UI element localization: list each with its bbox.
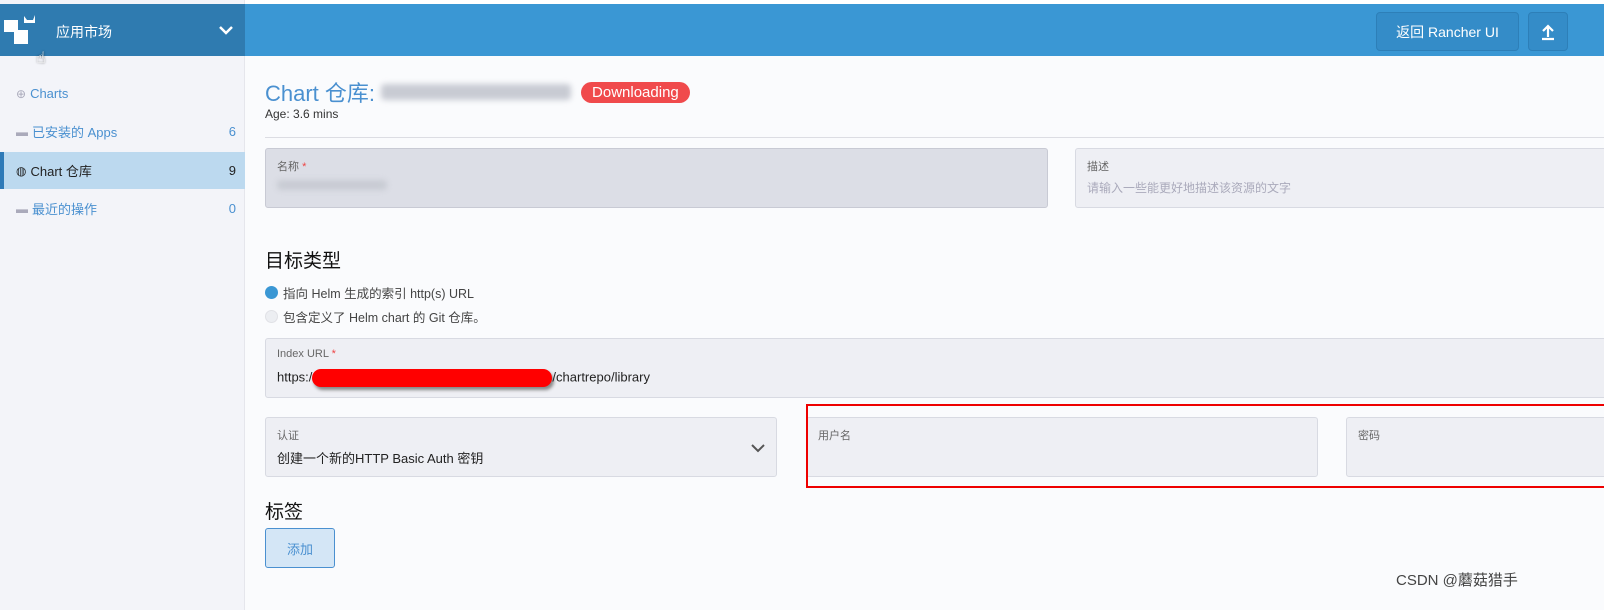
redaction-scribble (312, 369, 553, 387)
plus-circle-icon: ⊕ (16, 86, 27, 101)
app-switcher[interactable]: 应用市场 ☝ (0, 4, 245, 67)
repo-name-redacted (381, 84, 572, 100)
index-url-value: https://chartrepo/library (277, 369, 650, 387)
sidebar-item-count: 0 (228, 201, 236, 216)
target-type-heading: 目标类型 (265, 251, 342, 272)
sidebar: 应用市场 ☝ ⊕ Charts ▬ 已安装的 Apps 6 ◍ Chart 仓库 9 ▬ 最… (0, 0, 245, 610)
folder-icon: ▬ (16, 124, 28, 139)
name-value-redacted (277, 180, 387, 190)
upload-icon (1542, 23, 1554, 40)
page-title: Chart 仓库: Downloading (265, 76, 690, 108)
app-title: 应用市场 (56, 24, 112, 40)
chevron-down-icon (751, 444, 765, 453)
radio-label: 包含定义了 Helm chart 的 Git 仓库。 (283, 311, 486, 325)
sidebar-item-installed-apps[interactable]: ▬ 已安装的 Apps 6 (0, 113, 245, 150)
folder-icon: ▬ (16, 201, 28, 216)
watermark: CSDN @蘑菇猎手 (1396, 572, 1518, 589)
globe-icon: ◍ (16, 163, 27, 178)
hand-cursor-icon: ☝ (36, 50, 46, 67)
top-bar: 返回 Rancher UI (245, 4, 1604, 56)
upload-button[interactable] (1528, 12, 1568, 51)
sidebar-item-chart-repo[interactable]: ◍ Chart 仓库 9 (0, 152, 245, 189)
age-label: Age: (265, 107, 290, 121)
sidebar-item-count: 9 (228, 163, 236, 178)
sidebar-item-charts[interactable]: ⊕ Charts (0, 75, 245, 112)
auth-label: 认证 (277, 430, 299, 442)
description-placeholder: 请输入一些能更好地描述该资源的文字 (1087, 181, 1292, 195)
radio-selected-icon (265, 286, 278, 299)
sidebar-item-label: 最近的操作 (32, 202, 98, 217)
sidebar-item-label: Chart 仓库 (30, 164, 92, 179)
sidebar-item-label: 已安装的 Apps (32, 125, 118, 140)
radio-unselected-icon (265, 310, 278, 323)
name-field[interactable]: 名称 * (265, 148, 1048, 208)
rancher-logo-icon (4, 15, 35, 44)
description-label: 描述 (1087, 161, 1109, 173)
index-url-label: Index URL * (277, 348, 336, 360)
page-title-text: Chart 仓库: (265, 81, 376, 106)
index-url-field[interactable]: Index URL * https://chartrepo/library (265, 338, 1604, 398)
age-info: Age: 3.6 mins (265, 107, 338, 121)
back-to-rancher-button[interactable]: 返回 Rancher UI (1376, 12, 1519, 51)
highlight-annotation (806, 404, 1604, 488)
chevron-down-icon[interactable] (218, 22, 234, 38)
age-value: 3.6 mins (293, 107, 339, 121)
add-label-button[interactable]: 添加 (265, 528, 335, 568)
name-label: 名称 * (277, 161, 307, 173)
sidebar-item-label: Charts (30, 86, 69, 101)
radio-label: 指向 Helm 生成的索引 http(s) URL (283, 287, 474, 301)
description-field[interactable]: 描述 请输入一些能更好地描述该资源的文字 (1075, 148, 1604, 208)
radio-helm-index[interactable]: 指向 Helm 生成的索引 http(s) URL (265, 283, 474, 302)
radio-git-repo[interactable]: 包含定义了 Helm chart 的 Git 仓库。 (265, 307, 486, 326)
labels-heading: 标签 (265, 502, 304, 523)
auth-value: 创建一个新的HTTP Basic Auth 密钥 (277, 451, 484, 466)
status-badge: Downloading (581, 81, 690, 103)
sidebar-item-count: 6 (228, 124, 236, 139)
divider (265, 137, 1604, 138)
auth-select[interactable]: 认证 创建一个新的HTTP Basic Auth 密钥 (265, 417, 777, 477)
sidebar-item-recent-operations[interactable]: ▬ 最近的操作 0 (0, 190, 245, 227)
